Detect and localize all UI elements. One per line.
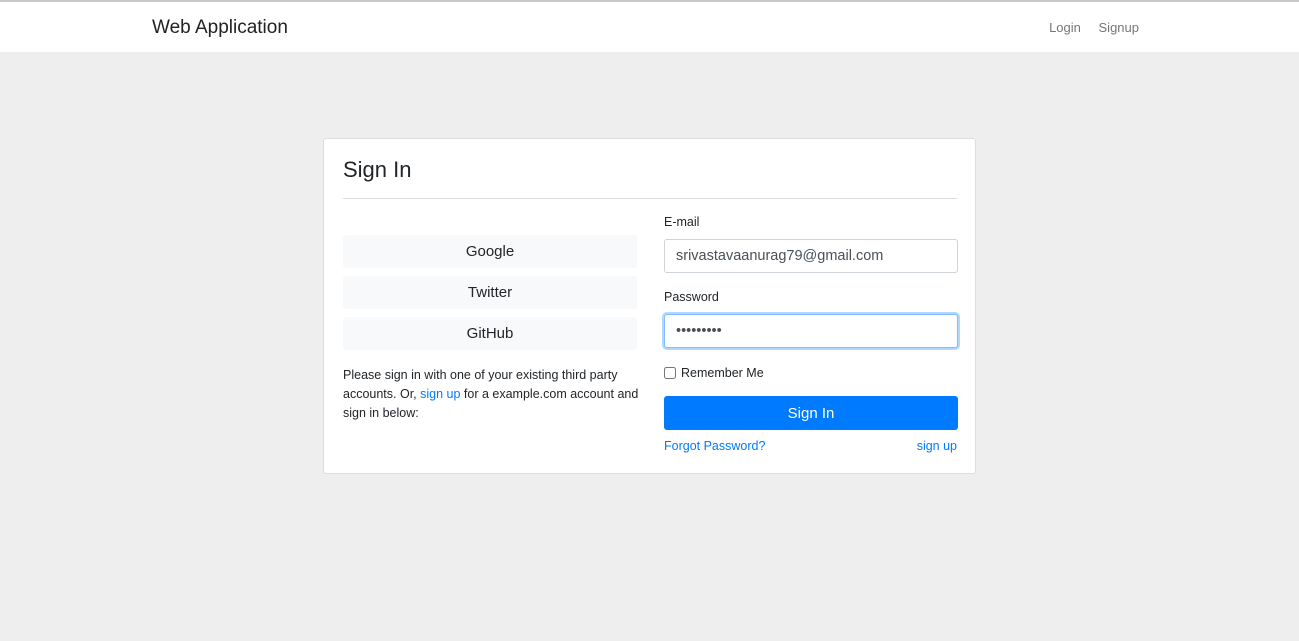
help-text: Please sign in with one of your existing… (343, 366, 643, 423)
nav-login-link[interactable]: Login (1049, 20, 1081, 35)
navbar: Web Application Login Signup (0, 0, 1299, 52)
sign-in-card: Sign In Google Twitter GitHub Please sig… (323, 138, 976, 474)
google-button[interactable]: Google (343, 235, 637, 268)
nav-signup-link[interactable]: Signup (1099, 20, 1139, 35)
password-label: Password (664, 290, 719, 304)
twitter-button[interactable]: Twitter (343, 276, 637, 309)
signup-link[interactable]: sign up (917, 439, 957, 453)
help-signup-link[interactable]: sign up (420, 387, 460, 401)
page-title: Sign In (343, 157, 412, 182)
email-field[interactable] (664, 239, 958, 273)
nav-links: Login Signup (1035, 20, 1139, 35)
remember-me-label: Remember Me (681, 366, 764, 380)
remember-me[interactable]: Remember Me (664, 366, 764, 380)
email-label: E-mail (664, 215, 700, 229)
github-button[interactable]: GitHub (343, 317, 637, 350)
sign-in-button[interactable]: Sign In (664, 396, 958, 430)
password-field[interactable] (664, 314, 958, 348)
remember-me-checkbox[interactable] (664, 367, 676, 379)
divider (343, 198, 957, 199)
brand-link[interactable]: Web Application (152, 17, 288, 39)
forgot-password-link[interactable]: Forgot Password? (664, 439, 765, 453)
